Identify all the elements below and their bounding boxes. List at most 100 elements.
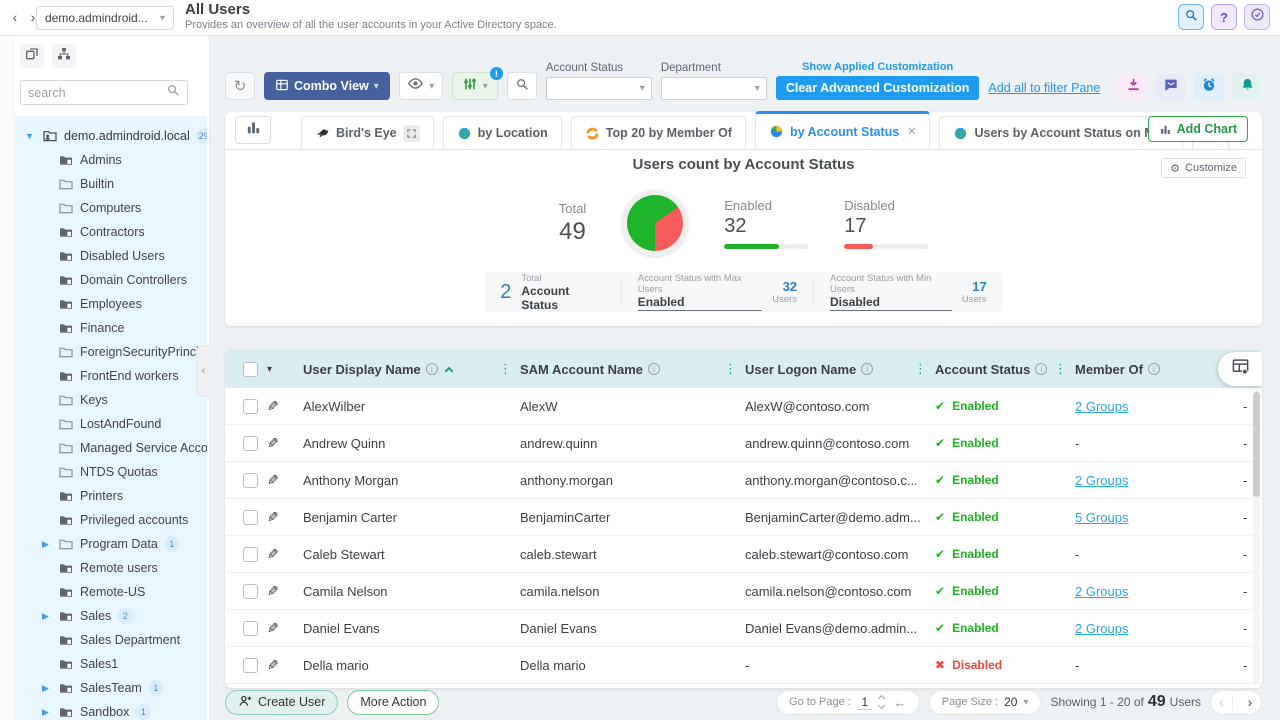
table-row[interactable]: ✎Caleb Stewartcaleb.stewartcaleb.stewart… bbox=[225, 536, 1262, 573]
tree-item[interactable]: ▼demo.admindroid.local29 bbox=[15, 124, 207, 148]
member-of-link[interactable]: 2 Groups bbox=[1075, 621, 1128, 636]
show-applied-customization-link[interactable]: Show Applied Customization bbox=[802, 61, 953, 73]
pie-chart[interactable] bbox=[622, 190, 688, 256]
tree-item[interactable]: Remote users bbox=[15, 556, 207, 580]
table-row[interactable]: ✎Andrew Quinnandrew.quinnandrew.quinn@co… bbox=[225, 425, 1262, 462]
page-next-icon[interactable]: › bbox=[1239, 694, 1261, 710]
chart-type-button[interactable] bbox=[235, 116, 271, 144]
tree-item[interactable]: ▶Program Data1 bbox=[15, 532, 207, 556]
chart-tab[interactable]: by Account Status✕ bbox=[755, 111, 931, 149]
tree-item[interactable]: Keys bbox=[15, 388, 207, 412]
stat-value-link[interactable]: Disabled bbox=[830, 295, 952, 311]
edit-row-icon[interactable]: ✎ bbox=[267, 509, 279, 526]
column-settings-button[interactable] bbox=[1218, 352, 1262, 386]
tree-item[interactable]: Privileged accounts bbox=[15, 508, 207, 532]
sidebar-collapse-handle[interactable]: ‹ bbox=[196, 345, 210, 397]
table-search-button[interactable] bbox=[507, 72, 537, 100]
row-checkbox[interactable] bbox=[243, 658, 258, 673]
chart-tab[interactable]: Bird's Eye bbox=[301, 116, 434, 149]
add-all-to-filter-pane-link[interactable]: Add all to filter Pane bbox=[988, 81, 1100, 100]
sort-ascending-icon[interactable] bbox=[445, 366, 453, 374]
department-select[interactable]: ▾ bbox=[661, 77, 767, 100]
chevron-collapsed-icon[interactable]: ▶ bbox=[39, 683, 52, 694]
edit-row-icon[interactable]: ✎ bbox=[267, 435, 279, 452]
more-action-button[interactable]: More Action bbox=[347, 690, 439, 715]
table-row[interactable]: ✎Benjamin CarterBenjaminCarterBenjaminCa… bbox=[225, 499, 1262, 536]
edit-row-icon[interactable]: ✎ bbox=[267, 472, 279, 489]
column-header[interactable]: User Logon Namei⋮ bbox=[745, 350, 935, 388]
tree-item[interactable]: Admins bbox=[15, 148, 207, 172]
column-header[interactable]: Member Ofi bbox=[1075, 350, 1235, 388]
sidebar-search-input[interactable] bbox=[28, 86, 166, 100]
row-checkbox[interactable] bbox=[243, 399, 258, 414]
edit-row-icon[interactable]: ✎ bbox=[267, 657, 279, 674]
chevron-collapsed-icon[interactable]: ▶ bbox=[39, 707, 52, 718]
row-checkbox[interactable] bbox=[243, 547, 258, 562]
chevron-collapsed-icon[interactable]: ▶ bbox=[39, 611, 52, 622]
tree-item[interactable]: ▶SalesTeam1 bbox=[15, 676, 207, 700]
column-menu-icon[interactable]: ⋮ bbox=[499, 361, 512, 377]
edit-row-icon[interactable]: ✎ bbox=[267, 583, 279, 600]
edit-row-icon[interactable]: ✎ bbox=[267, 620, 279, 637]
member-of-link[interactable]: 5 Groups bbox=[1075, 510, 1128, 525]
nav-back-icon[interactable]: ‹ bbox=[8, 8, 22, 26]
close-tab-icon[interactable]: ✕ bbox=[907, 125, 916, 138]
tree-item[interactable]: Finance bbox=[15, 316, 207, 340]
notifications-button[interactable] bbox=[1232, 74, 1262, 100]
row-checkbox[interactable] bbox=[243, 436, 258, 451]
column-menu-icon[interactable]: ⋮ bbox=[914, 361, 927, 377]
account-status-select[interactable]: ▾ bbox=[546, 77, 652, 100]
table-row[interactable]: ✎Anthony Morgananthony.morgananthony.mor… bbox=[225, 462, 1262, 499]
chat-button[interactable] bbox=[1156, 74, 1186, 100]
create-user-button[interactable]: Create User bbox=[225, 690, 338, 715]
chart-tab[interactable]: by Location bbox=[443, 116, 562, 149]
go-arrow-icon[interactable]: ← bbox=[894, 695, 907, 710]
tree-item[interactable]: LostAndFound bbox=[15, 412, 207, 436]
row-checkbox[interactable] bbox=[243, 621, 258, 636]
help-button[interactable]: ? bbox=[1211, 4, 1237, 30]
table-row[interactable]: ✎Della marioDella mario-✖Disabled-- bbox=[225, 647, 1262, 684]
export-button[interactable] bbox=[1118, 74, 1148, 100]
refresh-button[interactable]: ↻ bbox=[225, 72, 255, 100]
tree-item[interactable]: Employees bbox=[15, 292, 207, 316]
column-header[interactable]: Account Statusi⋮ bbox=[935, 350, 1075, 388]
expand-icon[interactable] bbox=[403, 125, 420, 142]
page-stepper[interactable] bbox=[879, 696, 884, 708]
table-row[interactable]: ✎AlexWilberAlexWAlexW@contoso.com✔Enable… bbox=[225, 388, 1262, 425]
goto-page-input[interactable]: 1 bbox=[858, 695, 872, 710]
tree-item[interactable]: Builtin bbox=[15, 172, 207, 196]
tree-item[interactable]: Sales Department bbox=[15, 628, 207, 652]
tree-item[interactable]: Disabled Users bbox=[15, 244, 207, 268]
edit-row-icon[interactable]: ✎ bbox=[267, 546, 279, 563]
member-of-link[interactable]: 2 Groups bbox=[1075, 473, 1128, 488]
chart-tab[interactable]: Top 20 by Member Of bbox=[571, 116, 746, 149]
select-all-checkbox[interactable] bbox=[243, 362, 258, 377]
edit-row-icon[interactable]: ✎ bbox=[267, 398, 279, 415]
tree-item[interactable]: Computers bbox=[15, 196, 207, 220]
combo-view-button[interactable]: Combo View ▾ bbox=[264, 72, 390, 100]
member-of-link[interactable]: 2 Groups bbox=[1075, 399, 1128, 414]
tree-item[interactable]: Managed Service Accoun... bbox=[15, 436, 207, 460]
org-tree-view-button[interactable] bbox=[52, 44, 76, 68]
page-size-select[interactable]: Page Size : 20 ▾ bbox=[929, 690, 1042, 715]
tree-item[interactable]: ForeignSecurityPrincipals bbox=[15, 340, 207, 364]
column-menu-icon[interactable]: ⋮ bbox=[724, 361, 737, 377]
page-prev-icon[interactable]: ‹ bbox=[1211, 694, 1233, 710]
select-options-icon[interactable]: ▾ bbox=[267, 364, 272, 375]
schedule-button[interactable] bbox=[1194, 74, 1224, 100]
stat-value-link[interactable]: Enabled bbox=[638, 295, 762, 311]
tree-item[interactable]: Sales1 bbox=[15, 652, 207, 676]
tree-item[interactable]: FrontEnd workers bbox=[15, 364, 207, 388]
tree-item[interactable]: Contractors bbox=[15, 220, 207, 244]
column-menu-icon[interactable]: ⋮ bbox=[1054, 361, 1067, 377]
scrollbar-thumb[interactable] bbox=[1253, 392, 1260, 497]
chevron-collapsed-icon[interactable]: ▶ bbox=[39, 539, 52, 550]
member-of-link[interactable]: 2 Groups bbox=[1075, 584, 1128, 599]
filter-settings-button[interactable]: ▾ ! bbox=[452, 72, 498, 100]
row-checkbox[interactable] bbox=[243, 584, 258, 599]
add-chart-button[interactable]: Add Chart bbox=[1148, 116, 1248, 142]
global-search-button[interactable] bbox=[1178, 4, 1204, 30]
tree-item[interactable]: Remote-US bbox=[15, 580, 207, 604]
table-row[interactable]: ✎Camila Nelsoncamila.nelsoncamila.nelson… bbox=[225, 573, 1262, 610]
view-columns-button[interactable]: ▾ bbox=[399, 72, 443, 100]
